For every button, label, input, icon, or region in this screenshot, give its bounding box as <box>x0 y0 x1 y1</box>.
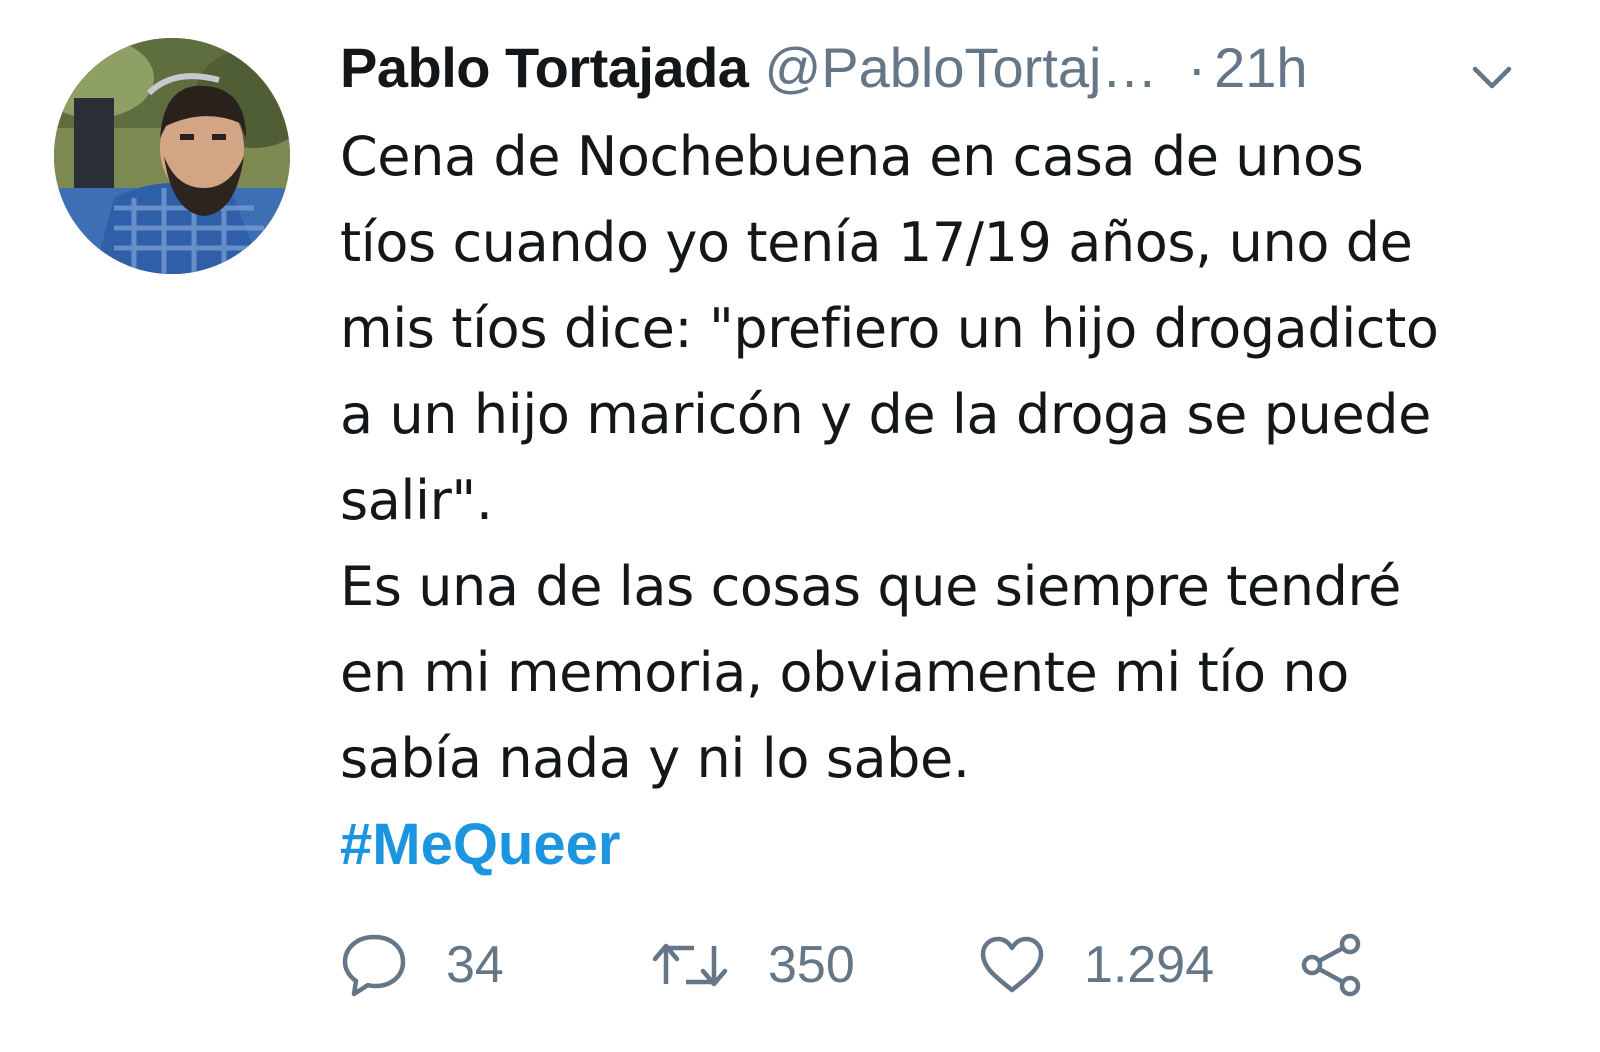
reply-button[interactable]: 34 <box>340 930 504 1000</box>
reply-icon <box>342 934 406 997</box>
tweet-text-line: Es una de las cosas que siempre tendré <box>340 555 1401 618</box>
tweet-timestamp[interactable]: 21h <box>1214 35 1307 100</box>
tweet-text-line: a un hijo maricón y de la droga se puede <box>340 383 1431 446</box>
chevron-down-icon[interactable] <box>1470 62 1514 92</box>
tweet-text: Cena de Nochebuena en casa de unos tíos … <box>340 114 1570 888</box>
like-button[interactable]: 1.294 <box>978 930 1214 1000</box>
tweet-header: Pablo Tortajada @PabloTortaj… · 21h <box>340 28 1570 106</box>
hashtag-link[interactable]: #MeQueer <box>340 802 1570 888</box>
share-button[interactable] <box>1298 930 1366 1000</box>
author-handle[interactable]: @PabloTortaj… <box>764 35 1157 100</box>
tweet-text-line: Cena de Nochebuena en casa de unos <box>340 125 1364 188</box>
tweet-text-line: salir". <box>340 469 493 532</box>
author-display-name[interactable]: Pablo Tortajada <box>340 35 749 100</box>
tweet-actions: 34 350 1.294 <box>340 930 1440 1000</box>
tweet-text-line: mis tíos dice: "prefiero un hijo drogadi… <box>340 297 1439 360</box>
like-count: 1.294 <box>1084 936 1215 994</box>
tweet-text-line: tíos cuando yo tenía 17/19 años, uno de <box>340 211 1413 274</box>
avatar-photo <box>54 38 290 274</box>
retweet-count: 350 <box>768 936 855 994</box>
tweet: Pablo Tortajada @PabloTortaj… · 21h Cena… <box>0 0 1600 1052</box>
tweet-content: Pablo Tortajada @PabloTortaj… · 21h Cena… <box>340 28 1570 888</box>
retweet-icon <box>652 943 728 987</box>
retweet-button[interactable]: 350 <box>650 930 855 1000</box>
tweet-text-line: en mi memoria, obviamente mi tío no <box>340 641 1349 704</box>
tweet-text-line: sabía nada y ni lo sabe. <box>340 727 970 790</box>
separator-dot: · <box>1187 35 1207 99</box>
heart-icon <box>980 936 1044 993</box>
reply-count: 34 <box>446 936 504 994</box>
avatar[interactable] <box>54 38 290 274</box>
share-icon <box>1301 933 1361 997</box>
